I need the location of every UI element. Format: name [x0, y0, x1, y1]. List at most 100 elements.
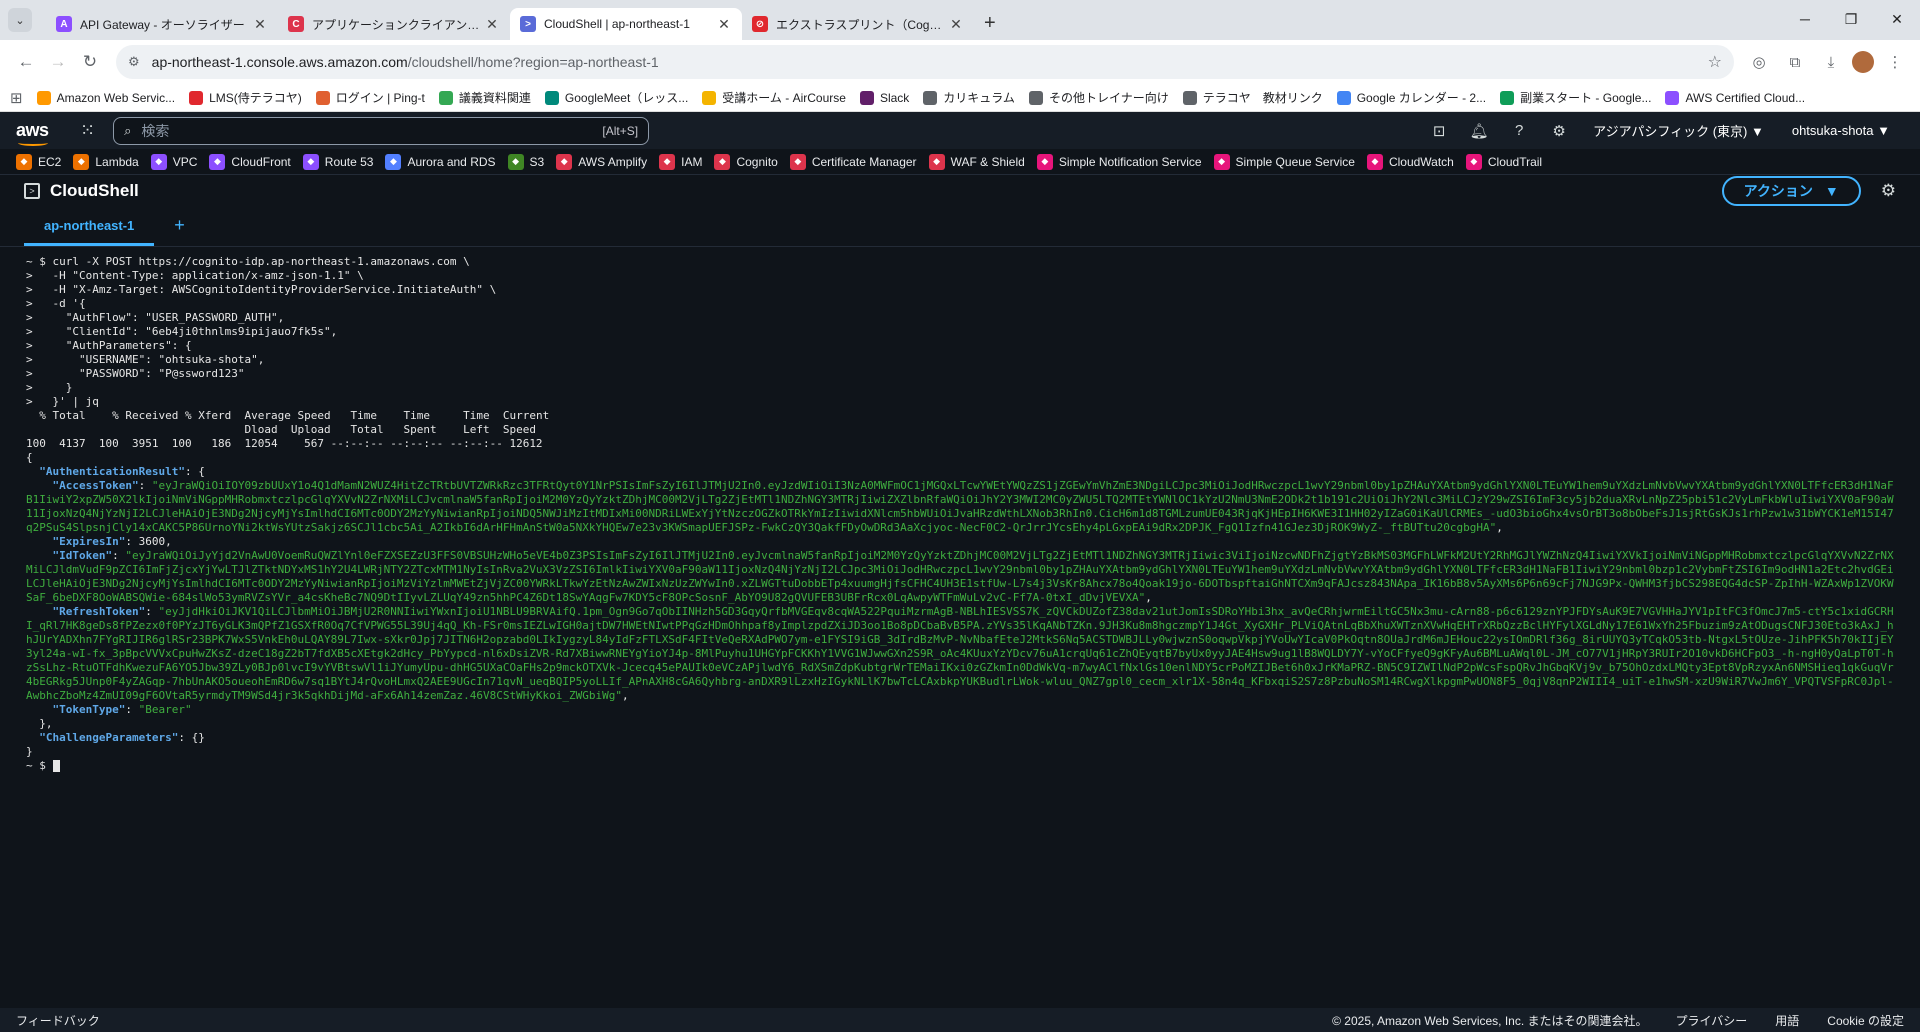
services-grid-icon[interactable]: ⁙ [80, 120, 95, 141]
bookmark-item[interactable]: Slack [859, 89, 909, 106]
bookmark-item[interactable]: 受講ホーム - AirCourse [702, 89, 846, 106]
favorite-service-link[interactable]: ◆ S3 [507, 153, 544, 170]
bookmark-item[interactable]: 副業スタート - Google... [1500, 89, 1651, 106]
settings-gear-icon[interactable]: ⚙ [1539, 122, 1579, 140]
bookmark-item[interactable]: GoogleMeet（レッス... [544, 89, 688, 106]
favorite-service-link[interactable]: ◆ AWS Amplify [556, 153, 648, 170]
download-icon[interactable]: ⤓ [1816, 47, 1846, 77]
bookmark-favicon-icon [1182, 90, 1197, 105]
expires-in-value: 3600 [138, 535, 166, 548]
favorite-service-link[interactable]: ◆ Certificate Manager [789, 153, 917, 170]
favorite-service-link[interactable]: ◆ Cognito [714, 153, 778, 170]
favorite-service-link[interactable]: ◆ CloudWatch [1366, 153, 1454, 170]
bookmark-item[interactable]: Amazon Web Servic... [36, 89, 175, 106]
terminal-output[interactable]: ~ $ curl -X POST https://cognito-idp.ap-… [0, 247, 1920, 959]
favorite-service-link[interactable]: ◆ Route 53 [302, 153, 373, 170]
favorite-service-link[interactable]: ◆ CloudTrail [1465, 153, 1542, 170]
service-label: AWS Amplify [578, 154, 648, 169]
close-tab-icon[interactable]: ✕ [252, 16, 268, 33]
feedback-link[interactable]: フィードバック [16, 1012, 100, 1029]
terms-link[interactable]: 用語 [1775, 1012, 1799, 1029]
bookmark-item[interactable]: ログイン | Ping-t [315, 89, 425, 106]
cookie-settings-link[interactable]: Cookie の設定 [1827, 1012, 1904, 1029]
bookmark-item[interactable]: AWS Certified Cloud... [1665, 89, 1805, 106]
service-label: Simple Notification Service [1058, 154, 1202, 169]
aws-search-box[interactable]: ⌕ 検索 [Alt+S] [113, 116, 650, 145]
account-menu[interactable]: ohtsuka-shota ▼ [1778, 123, 1904, 138]
service-label: Lambda [95, 154, 139, 169]
extensions-icon[interactable]: ⧉ [1780, 47, 1810, 77]
close-tab-icon[interactable]: ✕ [716, 16, 732, 33]
service-icon: ◆ [1465, 153, 1482, 170]
region-selector[interactable]: アジアパシフィック (東京) ▼ [1579, 121, 1778, 140]
browser-tab[interactable]: > CloudShell | ap-northeast-1 ✕ [510, 8, 742, 40]
help-icon[interactable]: ? [1499, 122, 1539, 139]
bookmark-favicon-icon [702, 90, 717, 105]
service-icon: ◆ [789, 153, 806, 170]
aws-logo[interactable]: aws [16, 120, 56, 146]
service-icon: ◆ [1213, 153, 1230, 170]
favorite-service-link[interactable]: ◆ VPC [150, 153, 197, 170]
bookmark-label: AWS Certified Cloud... [1685, 90, 1806, 105]
menu-kebab-icon[interactable]: ⋮ [1880, 47, 1910, 77]
browser-tab[interactable]: ⊘ エクストラスプリント（Cognito） ✕ [742, 8, 974, 40]
favorite-service-link[interactable]: ◆ WAF & Shield [928, 153, 1025, 170]
search-shortcut: [Alt+S] [602, 123, 639, 138]
token-type-value: Bearer [145, 703, 185, 716]
cloudshell-settings-icon[interactable]: ⚙ [1881, 181, 1896, 201]
aws-top-nav: aws ⁙ ⌕ 検索 [Alt+S] ⊡ 🔔︎ ? ⚙ アジアパシフィック (東… [0, 112, 1920, 149]
search-input[interactable]: 検索 [141, 121, 602, 141]
bookmark-favicon-icon [1665, 90, 1680, 105]
tab-ap-northeast-1[interactable]: ap-northeast-1 [24, 218, 155, 246]
notifications-bell-icon[interactable]: 🔔︎ [1459, 122, 1499, 140]
favorite-service-link[interactable]: ◆ CloudFront [209, 153, 291, 170]
bookmark-item[interactable]: その他トレイナー向け [1028, 89, 1169, 106]
site-info-icon[interactable]: ⚙ [128, 54, 140, 70]
tab-search-button[interactable]: ⌄ [8, 8, 32, 32]
close-tab-icon[interactable]: ✕ [484, 16, 500, 33]
favorite-service-link[interactable]: ◆ Simple Queue Service [1213, 153, 1355, 170]
bookmark-label: ログイン | Ping-t [335, 91, 425, 105]
back-button[interactable]: ← [10, 46, 42, 78]
bookmark-item[interactable]: テラコヤ 教材リンク [1182, 89, 1323, 106]
camera-icon[interactable]: ◎ [1744, 47, 1774, 77]
browser-tab[interactable]: C アプリケーションクライアント: My SPA✕ [278, 8, 510, 40]
bookmark-label: カリキュラム [943, 91, 1015, 105]
bookmark-star-icon[interactable]: ☆ [1708, 52, 1722, 72]
service-label: Simple Queue Service [1235, 154, 1355, 169]
url-text[interactable]: ap-northeast-1.console.aws.amazon.com/cl… [152, 54, 1708, 70]
close-window-button[interactable]: ✕ [1874, 0, 1920, 38]
bookmark-item[interactable]: 議義資料関連 [438, 89, 531, 106]
profile-avatar[interactable] [1852, 51, 1874, 73]
reload-button[interactable]: ↻ [74, 46, 106, 78]
privacy-link[interactable]: プライバシー [1676, 1012, 1748, 1029]
favorite-service-link[interactable]: ◆ Aurora and RDS [385, 153, 496, 170]
actions-label: アクション [1743, 183, 1813, 199]
apps-grid-icon[interactable]: ⊞ [10, 89, 23, 107]
bookmark-item[interactable]: LMS(侍テラコヤ) [189, 89, 302, 106]
bookmark-label: その他トレイナー向け [1048, 91, 1169, 105]
aws-favorites-bar: ◆ EC2 ◆ Lambda ◆ VPC ◆ CloudFront ◆ Route 53 ◆ Auro… [0, 149, 1920, 175]
favorite-service-link[interactable]: ◆ EC2 [16, 153, 61, 170]
service-icon: ◆ [1036, 153, 1053, 170]
minimize-button[interactable]: ─ [1782, 0, 1828, 38]
caret-down-icon: ▼ [1824, 183, 1839, 199]
favorite-service-link[interactable]: ◆ Simple Notification Service [1036, 153, 1202, 170]
cloudshell-icon[interactable]: ⊡ [1419, 122, 1459, 140]
bookmark-label: テラコヤ 教材リンク [1202, 91, 1323, 105]
tab-favicon-icon: A [56, 16, 72, 32]
favorite-service-link[interactable]: ◆ IAM [659, 153, 702, 170]
restore-button[interactable]: ❐ [1828, 0, 1874, 38]
close-tab-icon[interactable]: ✕ [948, 16, 964, 33]
favorite-service-link[interactable]: ◆ Lambda [73, 153, 139, 170]
bookmark-item[interactable]: Google カレンダー - 2... [1336, 89, 1486, 106]
refresh-token-value: eyJjdHkiOiJKV1QiLCJlbmMiOiJBMjU2R0NNIiwi… [26, 605, 1894, 702]
bookmark-item[interactable]: カリキュラム [923, 89, 1015, 106]
bookmark-label: 議義資料関連 [458, 91, 531, 105]
actions-dropdown-button[interactable]: アクション ▼ [1721, 176, 1861, 206]
address-bar[interactable]: ⚙ ap-northeast-1.console.aws.amazon.com/… [116, 45, 1734, 79]
forward-button[interactable]: → [42, 46, 74, 78]
add-tab-button[interactable]: + [174, 215, 185, 246]
browser-tab[interactable]: A API Gateway - オーソライザー ✕ [46, 8, 278, 40]
new-tab-button[interactable]: + [984, 12, 996, 35]
